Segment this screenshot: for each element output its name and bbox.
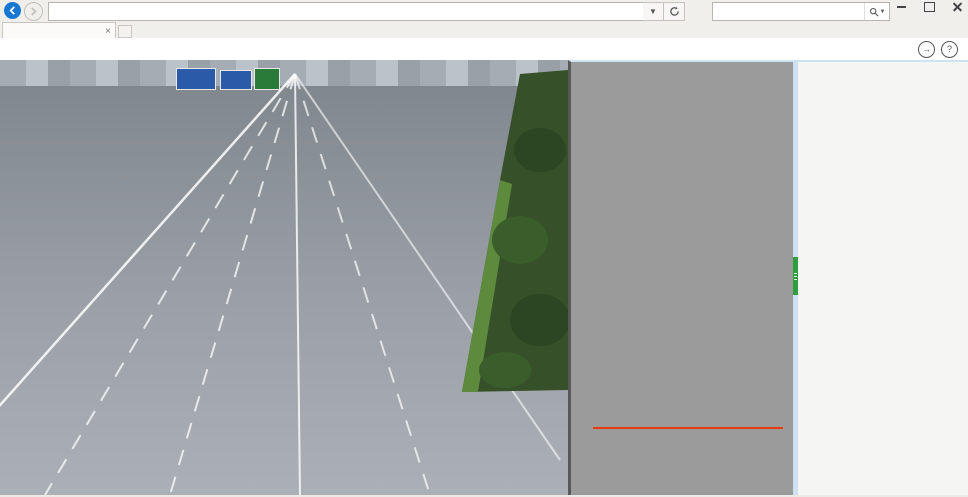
- app-window: ▼ ▼ ×: [0, 0, 968, 495]
- help-icon[interactable]: ?: [941, 41, 958, 58]
- road-sign-blue: [220, 70, 252, 90]
- minimize-button[interactable]: [894, 1, 908, 13]
- refresh-icon: [669, 6, 680, 17]
- address-bar-controls: ▼: [643, 2, 685, 19]
- back-arrow-icon: [8, 6, 17, 15]
- close-button[interactable]: [950, 1, 964, 13]
- refresh-button[interactable]: [664, 2, 685, 21]
- forward-arrow-icon: [29, 7, 38, 16]
- nav-user-area: → ?: [912, 38, 968, 60]
- maximize-icon: [924, 2, 935, 12]
- window-controls: [894, 0, 964, 14]
- tab-close-icon[interactable]: ×: [101, 26, 115, 37]
- road-sign-blue: [176, 68, 216, 90]
- logout-icon[interactable]: →: [918, 41, 935, 58]
- minimize-icon: [897, 6, 906, 8]
- new-tab-button[interactable]: [118, 25, 132, 38]
- browser-tab[interactable]: ×: [2, 22, 116, 39]
- tiandy-logo: [0, 38, 76, 60]
- maximize-button[interactable]: [922, 1, 936, 13]
- search-button[interactable]: ▼: [864, 3, 889, 20]
- address-bar[interactable]: [48, 2, 644, 21]
- browser-tab-row: ×: [0, 22, 968, 38]
- video-lane-markings: [0, 60, 568, 495]
- browser-address-row: ▼ ▼: [0, 0, 968, 22]
- search-dropdown-icon: ▼: [880, 9, 886, 15]
- browser-chrome: ▼ ▼ ×: [0, 0, 968, 39]
- browser-forward-button[interactable]: [24, 2, 43, 21]
- address-dropdown-button[interactable]: ▼: [643, 2, 664, 21]
- radar-settings-panel: [798, 60, 968, 495]
- search-box[interactable]: ▼: [712, 2, 890, 21]
- video-preview-pane: [0, 60, 568, 495]
- section-position-line: [593, 427, 783, 429]
- radar-plot: [568, 60, 793, 495]
- radar-tracks: [571, 62, 796, 497]
- app-nav-bar: → ?: [0, 38, 968, 61]
- status-row: [798, 62, 968, 80]
- road-sign-green: [254, 68, 280, 90]
- search-icon: [869, 7, 879, 17]
- browser-back-button[interactable]: [4, 2, 21, 19]
